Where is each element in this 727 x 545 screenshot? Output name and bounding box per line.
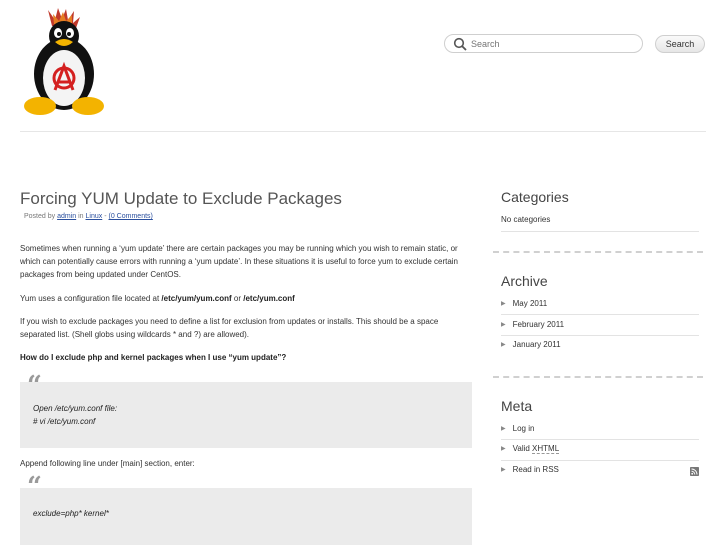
categories-empty: No categories <box>501 215 551 224</box>
post-title[interactable]: Forcing YUM Update to Exclude Packages <box>20 189 342 209</box>
search-field[interactable] <box>444 34 643 53</box>
meta-prefix: Posted by <box>24 213 56 220</box>
config-path: /etc/yum/yum.conf <box>161 294 232 303</box>
code-blockquote: “ Open /etc/yum.conf file: # vi /etc/yum… <box>20 373 472 448</box>
meta-item-xhtml[interactable]: ▶ Valid XHTML <box>501 444 699 454</box>
triangle-right-icon: ▶ <box>501 467 506 473</box>
paragraph-text: Yum uses a configuration file located at <box>20 294 162 303</box>
meta-item-rss[interactable]: ▶ Read in RSS <box>501 465 699 474</box>
author-link[interactable]: admin <box>57 213 76 220</box>
widget-separator <box>493 251 703 253</box>
post-paragraph: If you wish to exclude packages you need… <box>20 317 439 339</box>
xhtml-link[interactable]: Valid XHTML <box>512 444 560 454</box>
meta-title: Meta <box>501 398 533 414</box>
quote-icon: “ <box>27 472 42 502</box>
header-divider <box>20 131 706 132</box>
paragraph-text: or <box>231 294 244 303</box>
sidebar-divider <box>501 335 699 336</box>
post-paragraph: Sometimes when running a ‘yum update’ th… <box>20 244 459 279</box>
sidebar-divider <box>501 439 699 440</box>
search-input[interactable] <box>471 38 631 49</box>
sidebar-divider <box>501 314 699 315</box>
search-button[interactable]: Search <box>655 35 705 53</box>
site-logo[interactable] <box>22 8 106 116</box>
triangle-right-icon: ▶ <box>501 301 506 307</box>
archive-item[interactable]: ▶ May 2011 <box>501 299 699 308</box>
valid-prefix: Valid <box>512 444 533 453</box>
meta-item-login[interactable]: ▶ Log in <box>501 424 699 433</box>
quote-icon: “ <box>27 371 42 401</box>
post-subheading: How do I exclude php and kernel packages… <box>20 353 287 362</box>
meta-in: in <box>78 213 84 220</box>
category-link[interactable]: Linux <box>86 213 103 220</box>
quote-line: exclude=php* kernel* <box>33 509 109 518</box>
archive-link[interactable]: January 2011 <box>513 340 561 349</box>
archive-title: Archive <box>501 273 548 289</box>
login-link[interactable]: Log in <box>513 424 535 433</box>
archive-link[interactable]: May 2011 <box>513 299 548 308</box>
categories-title: Categories <box>501 189 569 205</box>
meta-separator: - <box>104 213 107 220</box>
quote-line: # vi /etc/yum.conf <box>33 417 96 426</box>
comments-link[interactable]: (0 Comments) <box>109 213 153 220</box>
post-meta: Posted by admin in Linux - (0 Comments) <box>24 213 153 220</box>
code-blockquote: “ exclude=php* kernel* <box>20 474 472 545</box>
xhtml-abbr: XHTML <box>532 444 560 454</box>
triangle-right-icon: ▶ <box>501 426 506 432</box>
post-paragraph: Yum uses a configuration file located at… <box>20 292 472 305</box>
archive-item[interactable]: ▶ January 2011 <box>501 340 699 349</box>
archive-item[interactable]: ▶ February 2011 <box>501 320 699 329</box>
magnifier-icon <box>453 37 467 51</box>
archive-link[interactable]: February 2011 <box>513 320 564 329</box>
triangle-right-icon: ▶ <box>501 342 506 348</box>
config-path: /etc/yum.conf <box>243 294 295 303</box>
quote-line: Open /etc/yum.conf file: <box>33 404 118 413</box>
rss-icon[interactable] <box>690 467 699 476</box>
triangle-right-icon: ▶ <box>501 322 506 328</box>
rss-link[interactable]: Read in RSS <box>513 465 559 474</box>
widget-separator <box>493 376 703 378</box>
post-paragraph: Append following line under [main] secti… <box>20 459 195 468</box>
triangle-right-icon: ▶ <box>501 446 506 452</box>
sidebar-divider <box>501 460 699 461</box>
sidebar-divider <box>501 231 699 232</box>
